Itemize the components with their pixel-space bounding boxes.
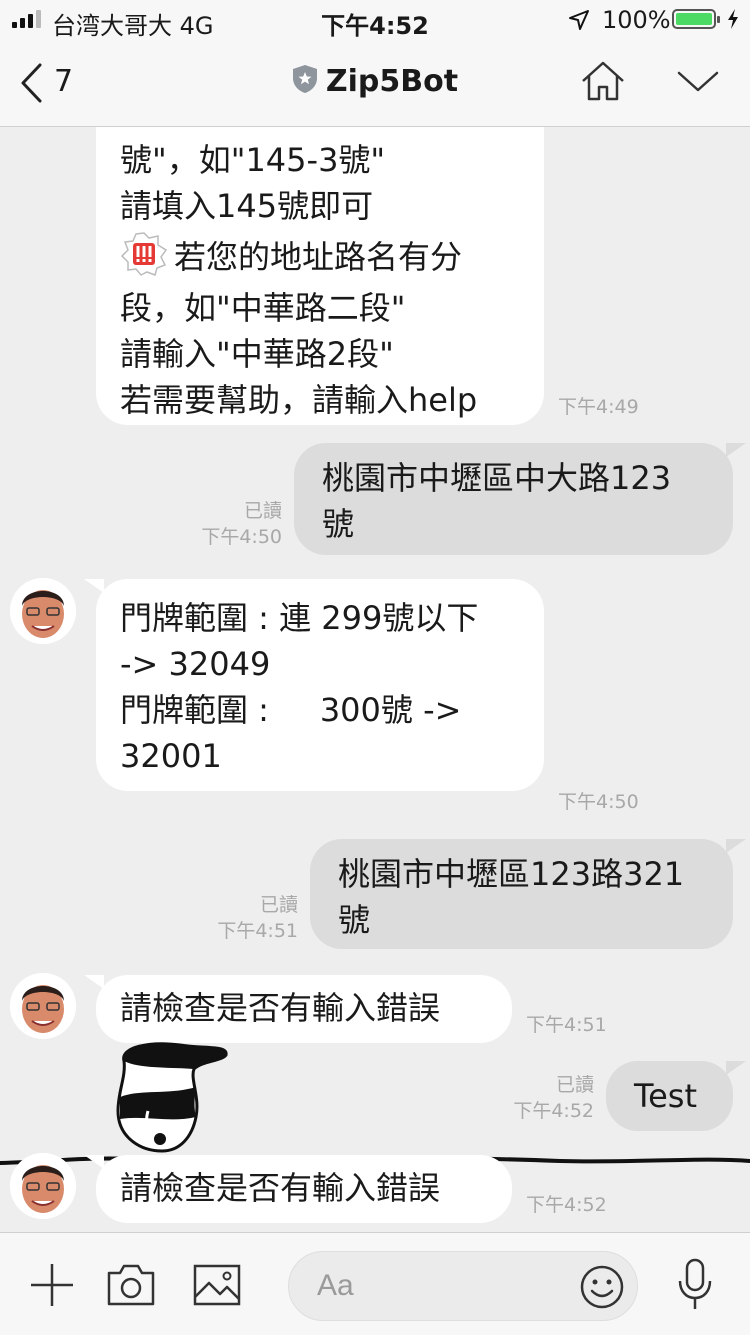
charging-icon — [726, 8, 740, 36]
message-time: 下午4:52 — [526, 1194, 607, 1216]
microphone-icon[interactable] — [676, 1257, 714, 1317]
message-input[interactable] — [315, 1265, 549, 1307]
bubble-tail — [726, 1061, 746, 1075]
message-line: 請檢查是否有輸入錯誤 — [120, 1169, 441, 1207]
chevron-down-icon[interactable] — [676, 70, 720, 98]
message-bubble-incoming[interactable]: 請檢查是否有輸入錯誤 — [96, 975, 512, 1043]
message-input-box[interactable] — [288, 1251, 638, 1321]
image-icon[interactable] — [192, 1263, 242, 1311]
home-icon[interactable] — [580, 60, 626, 106]
chat-title-text: Zip5Bot — [325, 64, 459, 99]
input-bar — [0, 1232, 750, 1335]
message-bubble-outgoing[interactable]: Test — [606, 1061, 733, 1131]
message-line: 號 — [322, 505, 355, 543]
camera-icon[interactable] — [106, 1263, 156, 1311]
message-line: 號"，如"145-3號" — [120, 141, 386, 179]
battery-percent: 100% — [602, 6, 671, 34]
message-bubble-incoming[interactable]: 請檢查是否有輸入錯誤 — [96, 1155, 512, 1223]
shield-icon — [292, 64, 318, 102]
chat-header: 7 Zip5Bot — [0, 40, 750, 127]
read-receipt: 已讀 — [555, 1074, 594, 1096]
message-line-with-emoji: 若您的地址路名有分 — [120, 229, 520, 285]
message-bubble-outgoing[interactable]: 桃園市中壢區中大路123 號 — [294, 443, 733, 555]
message-line: 桃園市中壢區中大路123 — [322, 459, 672, 497]
message-time: 下午4:52 — [513, 1100, 594, 1122]
bubble-tail — [84, 975, 104, 989]
sticker-image[interactable] — [110, 1039, 240, 1163]
avatar[interactable] — [10, 578, 76, 644]
message-line: 32001 — [120, 737, 222, 775]
message-line: 門牌範圍 : 300號 -> — [120, 691, 462, 729]
message-line: 號 — [338, 901, 371, 939]
message-line-text: 若您的地址路名有分 — [174, 238, 463, 276]
location-icon — [568, 9, 590, 37]
bubble-tail — [84, 579, 104, 593]
bubble-tail — [726, 443, 746, 457]
message-line: 段，如"中華路二段" — [120, 289, 406, 327]
message-line: -> 32049 — [120, 645, 271, 683]
avatar[interactable] — [10, 973, 76, 1039]
read-receipt: 已讀 — [243, 500, 282, 522]
chat-area[interactable]: 號"，如"145-3號" 請填入145號即可 若您的地址路名有分 段，如"中華路… — [0, 127, 750, 1232]
message-line: 門牌範圍 : 連 299號以下 — [120, 599, 479, 637]
message-line: Test — [634, 1077, 698, 1115]
avatar[interactable] — [10, 1153, 76, 1219]
message-bubble-incoming[interactable]: 號"，如"145-3號" 請填入145號即可 若您的地址路名有分 段，如"中華路… — [96, 127, 544, 425]
bubble-tail — [726, 839, 746, 853]
chat-title: Zip5Bot — [0, 64, 750, 102]
message-line: 桃園市中壢區123路321 — [338, 855, 685, 893]
message-time: 下午4:51 — [526, 1014, 607, 1036]
bubble-tail — [84, 1155, 104, 1169]
read-receipt: 已讀 — [259, 894, 298, 916]
message-line: 若需要幫助，請輸入help — [120, 381, 478, 419]
message-bubble-outgoing[interactable]: 桃園市中壢區123路321 號 — [310, 839, 733, 949]
emoji-icon[interactable] — [579, 1264, 625, 1314]
battery-icon — [672, 9, 720, 29]
plus-icon[interactable] — [28, 1261, 76, 1313]
message-line: 請輸入"中華路2段" — [120, 335, 394, 373]
message-time: 下午4:51 — [217, 920, 298, 942]
message-bubble-incoming[interactable]: 門牌範圍 : 連 299號以下 -> 32049 門牌範圍 : 300號 -> … — [96, 579, 544, 791]
status-bar: 台湾大哥大 4G 下午4:52 100% — [0, 0, 750, 40]
message-line: 請檢查是否有輸入錯誤 — [120, 989, 441, 1027]
message-time: 下午4:50 — [558, 791, 639, 813]
message-time: 下午4:49 — [558, 396, 639, 418]
message-line: 請填入145號即可 — [120, 187, 374, 225]
warning-emoji-icon — [120, 232, 168, 293]
message-time: 下午4:50 — [201, 526, 282, 548]
